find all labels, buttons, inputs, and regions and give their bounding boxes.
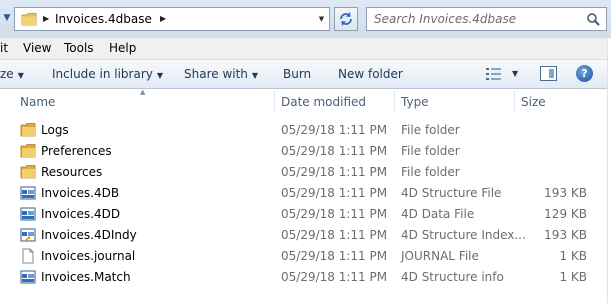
breadcrumb-current-folder[interactable]: Invoices.4dbase — [55, 12, 152, 26]
chevron-down-icon: ▼ — [251, 71, 259, 80]
column-header-date-modified[interactable]: Date modified — [281, 89, 366, 115]
file-name: Invoices.4DB — [41, 186, 120, 200]
list-item[interactable]: Invoices.4DB 05/29/18 1:11 PM 4D Structu… — [0, 183, 611, 204]
folder-icon — [20, 144, 36, 158]
address-bar-row: ▼ ▶ Invoices.4dbase ▶ ▼ Search Invoices.… — [0, 0, 611, 38]
file-type: File folder — [401, 123, 460, 137]
column-divider[interactable] — [394, 91, 395, 113]
file-size: 193 KB — [544, 186, 587, 200]
list-item[interactable]: Resources 05/29/18 1:11 PM File folder — [0, 162, 611, 183]
file-type: File folder — [401, 165, 460, 179]
file-size: 129 KB — [544, 207, 587, 221]
refresh-icon — [340, 12, 352, 26]
file-name: Logs — [41, 123, 69, 137]
menu-bar: it View Tools Help — [0, 38, 611, 60]
column-header-type[interactable]: Type — [401, 89, 429, 115]
column-header-row: ▲ Name Date modified Type Size — [0, 88, 611, 115]
column-divider[interactable] — [274, 91, 275, 113]
window-edge — [607, 38, 611, 303]
search-icon[interactable] — [586, 12, 600, 26]
4d-file-icon — [20, 207, 36, 221]
include-in-library-label: Include in library — [52, 67, 153, 81]
file-name: Resources — [41, 165, 103, 179]
folder-icon — [20, 165, 36, 179]
file-name: Invoices.journal — [41, 249, 136, 263]
file-size: 1 KB — [559, 249, 587, 263]
list-item[interactable]: Invoices.4DIndy 05/29/18 1:11 PM 4D Stru… — [0, 225, 611, 246]
file-type: 4D Data File — [401, 207, 475, 221]
command-bar: ze ▼ Include in library ▼ Share with ▼ Burn… — [0, 60, 611, 89]
list-item[interactable]: Invoices.4DD 05/29/18 1:11 PM 4D Data Fi… — [0, 204, 611, 225]
file-type: JOURNAL File — [401, 249, 479, 263]
file-name: Preferences — [41, 144, 112, 158]
file-date: 05/29/18 1:11 PM — [281, 270, 388, 284]
breadcrumb-separator-icon[interactable]: ▶ — [43, 14, 49, 23]
help-icon[interactable]: ? — [576, 65, 593, 82]
file-date: 05/29/18 1:11 PM — [281, 165, 388, 179]
4d-file-icon — [20, 186, 36, 200]
file-type: File folder — [401, 144, 460, 158]
column-header-name[interactable]: Name — [20, 89, 55, 115]
list-item[interactable]: Preferences 05/29/18 1:11 PM File folder — [0, 141, 611, 162]
preview-pane-icon[interactable] — [540, 66, 557, 81]
folder-icon — [21, 13, 37, 26]
share-with-label: Share with — [184, 67, 248, 81]
file-name: Invoices.4DD — [41, 207, 121, 221]
list-item[interactable]: Logs 05/29/18 1:11 PM File folder — [0, 120, 611, 141]
chevron-down-icon: ▼ — [156, 71, 164, 80]
folder-icon — [20, 123, 36, 137]
menu-edit[interactable]: it — [0, 41, 8, 55]
chevron-down-icon: ▼ — [17, 71, 24, 80]
address-history-dropdown[interactable]: ▼ — [314, 7, 330, 31]
recent-pages-chevron-icon[interactable]: ▼ — [2, 13, 12, 23]
file-name: Invoices.Match — [41, 270, 131, 284]
file-date: 05/29/18 1:11 PM — [281, 144, 388, 158]
document-icon — [22, 248, 34, 264]
file-size: 193 KB — [544, 228, 587, 242]
include-in-library-button[interactable]: Include in library ▼ — [52, 67, 163, 81]
menu-view[interactable]: View — [23, 41, 51, 55]
column-divider[interactable] — [514, 91, 515, 113]
address-bar[interactable]: ▶ Invoices.4dbase ▶ — [14, 7, 330, 31]
file-date: 05/29/18 1:11 PM — [281, 207, 388, 221]
column-header-size[interactable]: Size — [521, 89, 546, 115]
file-size: 1 KB — [559, 270, 587, 284]
file-type: 4D Structure File — [401, 186, 502, 200]
organize-button[interactable]: ze ▼ — [0, 67, 24, 81]
change-view-icon[interactable] — [486, 68, 502, 80]
search-input[interactable]: Search Invoices.4dbase — [366, 7, 607, 31]
list-item[interactable]: Invoices.journal 05/29/18 1:11 PM JOURNA… — [0, 246, 611, 267]
file-date: 05/29/18 1:11 PM — [281, 249, 388, 263]
file-name: Invoices.4DIndy — [41, 228, 137, 242]
file-type: 4D Structure info — [401, 270, 504, 284]
share-with-button[interactable]: Share with ▼ — [184, 67, 258, 81]
menu-help[interactable]: Help — [109, 41, 136, 55]
search-placeholder: Search Invoices.4dbase — [374, 12, 517, 26]
file-date: 05/29/18 1:11 PM — [281, 186, 388, 200]
refresh-button[interactable] — [334, 7, 358, 31]
menu-tools[interactable]: Tools — [64, 41, 94, 55]
new-folder-button[interactable]: New folder — [338, 67, 403, 81]
4d-file-icon — [20, 270, 36, 284]
file-date: 05/29/18 1:11 PM — [281, 228, 388, 242]
view-options-chevron-icon[interactable]: ▼ — [512, 69, 518, 78]
list-item[interactable]: Invoices.Match 05/29/18 1:11 PM 4D Struc… — [0, 267, 611, 288]
4d-index-icon — [20, 228, 36, 242]
sort-ascending-icon: ▲ — [140, 88, 146, 96]
breadcrumb-chevron-icon[interactable]: ▶ — [160, 14, 166, 23]
file-date: 05/29/18 1:11 PM — [281, 123, 388, 137]
file-type: 4D Structure Index... — [401, 228, 526, 242]
burn-button[interactable]: Burn — [283, 67, 311, 81]
organize-label: ze — [0, 67, 14, 81]
